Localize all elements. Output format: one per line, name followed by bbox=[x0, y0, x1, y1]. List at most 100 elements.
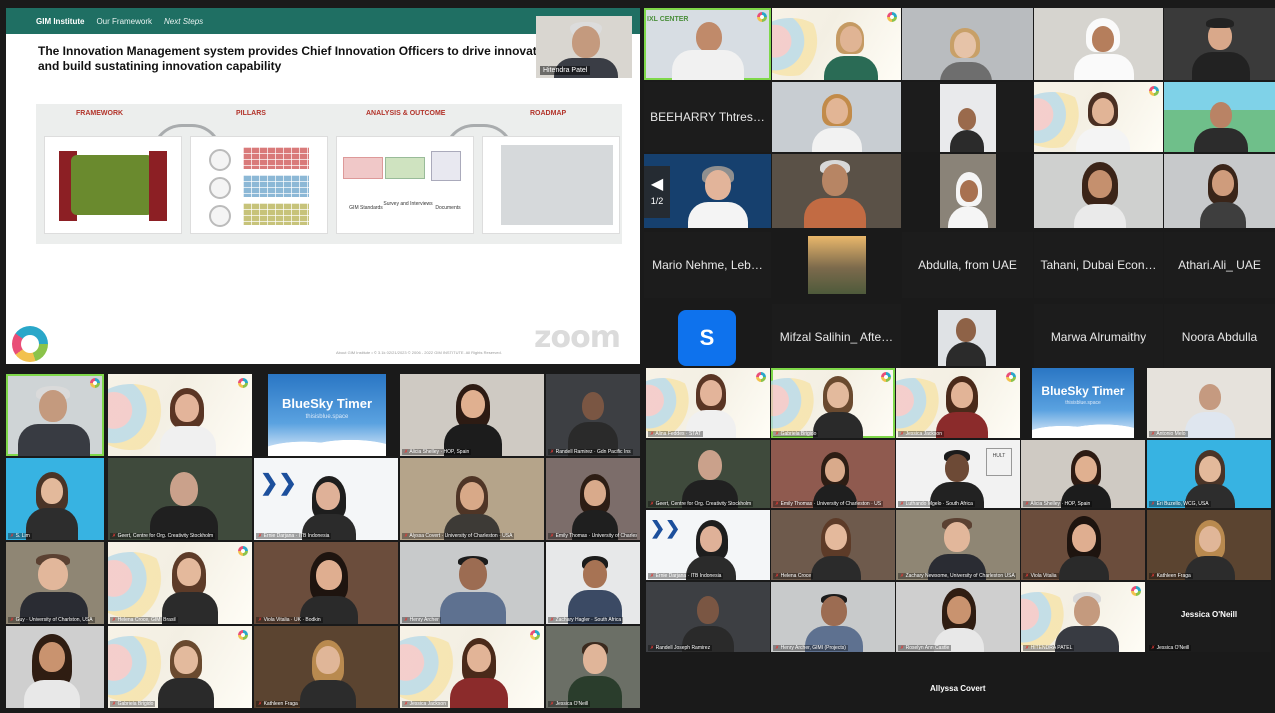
bluesky-timer-tile[interactable]: BlueSky Timer thisisblue.space bbox=[268, 374, 386, 456]
video-tile[interactable]: IXL CENTER bbox=[644, 8, 771, 80]
participant-name-tile[interactable]: Marwa Alrumaithy bbox=[1034, 304, 1163, 370]
participant-name: Marwa Alrumaithy bbox=[1050, 330, 1147, 344]
video-tile[interactable]: Kathleen Fraga bbox=[254, 626, 398, 708]
bluesky-timer-subtitle: thisisblue.space bbox=[1065, 400, 1101, 406]
participant-name: Ernie Darjana · ITB Indonesia bbox=[256, 533, 332, 539]
video-tile[interactable] bbox=[902, 82, 1033, 152]
video-tile[interactable]: S. Lim bbox=[6, 458, 104, 540]
participant-name-tile[interactable]: Noora Abdulla bbox=[1164, 304, 1275, 370]
video-tile[interactable]: Henry Archer, GIMI (Projects) bbox=[771, 582, 895, 652]
roadmap-card bbox=[482, 136, 620, 234]
video-tile[interactable]: Helena Croce, GIMI Brasil bbox=[108, 542, 252, 624]
video-tile[interactable] bbox=[1164, 8, 1275, 80]
participant-name-tile[interactable]: Abdulla, from UAE bbox=[902, 232, 1033, 298]
video-tile[interactable]: Zachary Hagler · South Africa bbox=[546, 542, 640, 624]
participant-name: Mario Nehme, Leb… bbox=[652, 258, 763, 272]
video-tile[interactable]: Alicia Shelley · HOP, Spain bbox=[400, 374, 544, 456]
participant-name: HITENDRA PATEL bbox=[1023, 645, 1075, 651]
participant-name: Geert, Centre for Org. Creativity Stockh… bbox=[110, 533, 216, 539]
bluesky-timer-title: BlueSky Timer bbox=[1041, 384, 1125, 398]
participant-name-tile[interactable]: Athari.Ali_ UAE bbox=[1164, 232, 1275, 298]
video-tile[interactable] bbox=[108, 374, 252, 456]
participant-name: Kathleen Fraga bbox=[256, 701, 300, 707]
video-tile[interactable]: Helena Croce bbox=[771, 510, 895, 580]
video-tile[interactable] bbox=[772, 154, 901, 228]
video-tile[interactable]: Antonio Melo bbox=[1147, 368, 1271, 438]
video-tile[interactable]: Alyssa Covert · University of Charleston… bbox=[400, 458, 544, 540]
participant-name: Abdulla, from UAE bbox=[918, 258, 1017, 272]
slide-nav-gim: GIM Institute bbox=[36, 16, 85, 26]
video-tile[interactable]: Gabriela Brigido bbox=[108, 626, 252, 708]
video-tile[interactable]: Randell Joseph Ramirez bbox=[646, 582, 770, 652]
pillars-card bbox=[190, 136, 328, 234]
video-tile[interactable]: HULT Luthando Mgelo · South Africa bbox=[896, 440, 1020, 508]
participant-name-tile[interactable]: Allyssa Covert bbox=[930, 684, 986, 693]
video-tile[interactable]: Eri Buzello, WCG, USA bbox=[1147, 440, 1271, 508]
video-tile[interactable]: Emily Thomas · University of Charleston … bbox=[771, 440, 895, 508]
participant-name: Henry Archer bbox=[402, 617, 441, 623]
participant-name-tile[interactable]: Mario Nehme, Leb… bbox=[644, 232, 771, 298]
video-tile[interactable]: Viola Vitalia bbox=[1021, 510, 1145, 580]
participant-name: Randell Joseph Ramirez bbox=[648, 645, 713, 651]
stage-framework-heading: FRAMEWORK bbox=[76, 110, 124, 117]
video-tile[interactable]: Henry Archer bbox=[400, 542, 544, 624]
video-tile[interactable] bbox=[1164, 154, 1275, 228]
video-tile[interactable]: Geert, Centre for Org. Creativity Stockh… bbox=[108, 458, 252, 540]
participant-name: Viola Vitalia · UK · Bodkin bbox=[256, 617, 323, 623]
video-tile[interactable] bbox=[1034, 154, 1163, 228]
participant-name-tile[interactable]: BEEHARRY Thtres… bbox=[644, 82, 771, 152]
participant-name: Athari.Ali_ UAE bbox=[1178, 258, 1261, 272]
video-tile[interactable]: Jessica Jackson bbox=[400, 626, 544, 708]
analysis-label-documents: Documents bbox=[435, 205, 461, 211]
participant-name: Helena Croce, GIMI Brasil bbox=[110, 617, 178, 623]
participant-name: Zachary Hagler · South Africa bbox=[548, 617, 624, 623]
presenter-video-thumbnail[interactable]: Hitendra Patel bbox=[536, 16, 632, 78]
framework-diagram: FRAMEWORK PILLARS ANALYSIS & OUTCOME ROA… bbox=[36, 104, 622, 244]
video-tile[interactable]: Roselyn Ann Castle bbox=[896, 582, 1020, 652]
video-tile[interactable] bbox=[772, 82, 901, 152]
participant-name: Henry Archer, GIMI (Projects) bbox=[773, 645, 848, 651]
participant-name: Alyssa Covert · University of Charleston… bbox=[402, 533, 515, 539]
video-tile[interactable]: Jessica O'Neill bbox=[546, 626, 640, 708]
video-tile[interactable]: ❯❯ Ernie Darjana · ITB Indonesia bbox=[646, 510, 770, 580]
video-tile[interactable] bbox=[1034, 8, 1163, 80]
video-tile[interactable]: Kathleen Fraga bbox=[1147, 510, 1271, 580]
video-tile[interactable] bbox=[1034, 82, 1163, 152]
participant-name: Jessica Jackson bbox=[402, 701, 448, 707]
participant-name: Tahani, Dubai Econ… bbox=[1040, 258, 1157, 272]
video-tile[interactable] bbox=[902, 8, 1033, 80]
video-tile[interactable]: Emily Thomas · University of Charleston bbox=[546, 458, 640, 540]
video-tile[interactable]: Jessica Jackson bbox=[896, 368, 1020, 438]
video-tile[interactable]: Geert, Centre for Org. Creativity Stockh… bbox=[646, 440, 770, 508]
participant-avatar-letter[interactable]: S bbox=[678, 310, 736, 366]
video-tile[interactable] bbox=[1164, 82, 1275, 152]
bluesky-timer-subtitle: thisisblue.space bbox=[305, 414, 349, 420]
participant-name-large: Jessica O'Neill bbox=[1180, 610, 1238, 619]
participant-name: Alicia Shelley · HOP, Spain bbox=[402, 449, 472, 455]
participant-name-tile[interactable]: Tahani, Dubai Econ… bbox=[1034, 232, 1163, 298]
video-tile[interactable]: Guy · University of Charlston, USA bbox=[6, 542, 104, 624]
participant-name-tile[interactable]: Jessica O'Neill Jessica O'Neill bbox=[1147, 582, 1271, 652]
video-tile[interactable]: Alina Feddes · STAT bbox=[646, 368, 770, 438]
chevron-right-icon: ❯❯ bbox=[650, 518, 681, 538]
video-tile[interactable] bbox=[772, 8, 901, 80]
gallery-prev-page-button[interactable]: ◀ 1/2 bbox=[644, 166, 670, 218]
participant-avatar-image[interactable] bbox=[808, 236, 866, 294]
video-tile[interactable] bbox=[940, 154, 996, 228]
video-tile[interactable]: Randell Ramirez · Gdn Pacific Ins bbox=[546, 374, 640, 456]
video-tile[interactable]: ❯❯ Ernie Darjana · ITB Indonesia bbox=[254, 458, 398, 540]
video-tile[interactable] bbox=[6, 374, 104, 456]
participant-name: Emily Thomas · University of Charleston bbox=[548, 533, 638, 539]
video-tile[interactable]: Alicia Shelley · HOP, Spain bbox=[1021, 440, 1145, 508]
video-tile[interactable]: Viola Vitalia · UK · Bodkin bbox=[254, 542, 398, 624]
video-tile[interactable]: Gabriela Brigido bbox=[771, 368, 895, 438]
video-tile[interactable]: Zachary Newsome, University of Charlesto… bbox=[896, 510, 1020, 580]
video-tile[interactable] bbox=[6, 626, 104, 708]
video-tile[interactable]: HITENDRA PATEL bbox=[1021, 582, 1145, 652]
participant-name: S. Lim bbox=[8, 533, 32, 539]
bluesky-timer-tile[interactable]: BlueSky Timer thisisblue.space bbox=[1032, 368, 1134, 438]
participant-name: Antonio Melo bbox=[1149, 431, 1188, 437]
stage-roadmap-heading: ROADMAP bbox=[530, 110, 567, 117]
participant-avatar-image[interactable] bbox=[938, 310, 996, 366]
participant-name-tile[interactable]: Mifzal Salihin_ Afte… bbox=[772, 304, 901, 370]
